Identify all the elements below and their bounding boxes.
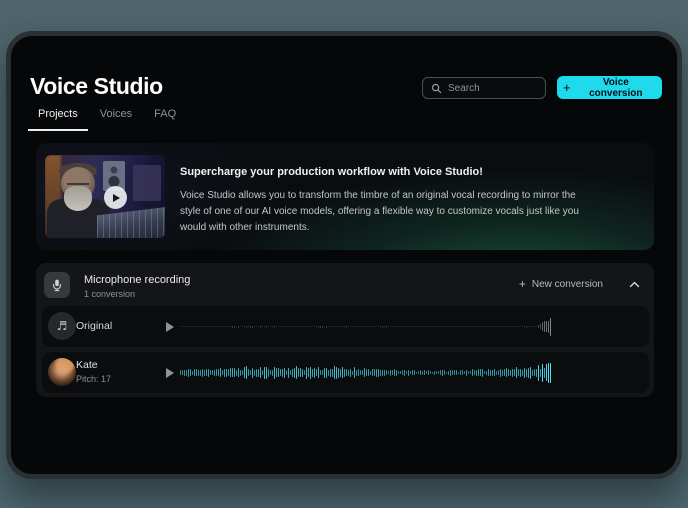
studio-speaker-right <box>133 165 161 201</box>
banner-heading: Supercharge your production workflow wit… <box>180 166 654 178</box>
search-icon <box>431 83 442 94</box>
banner-body: Voice Studio allows you to transform the… <box>180 188 654 236</box>
plus-icon: + <box>563 81 571 94</box>
presenter-beard <box>64 186 92 211</box>
voice-conversion-label: Voice conversion <box>576 77 656 99</box>
play-icon <box>113 194 120 202</box>
microphone-icon <box>44 272 70 298</box>
promo-banner: Supercharge your production workflow wit… <box>36 143 654 250</box>
play-track-icon[interactable] <box>166 368 174 378</box>
banner-body-line: Voice Studio allows you to transform the… <box>180 188 654 204</box>
waveform-kate[interactable] <box>180 352 554 393</box>
banner-body-line: would with other instruments. <box>180 220 654 236</box>
kate-avatar <box>48 358 76 386</box>
track-name: Original <box>76 306 112 347</box>
tab-projects[interactable]: Projects <box>28 106 88 131</box>
track-row-original[interactable]: ♬ Original <box>42 306 649 347</box>
banner-body-line: style of one of our AI voice models, off… <box>180 204 654 220</box>
track-name: Kate <box>76 359 111 371</box>
track-meta: Kate Pitch: 17 <box>76 359 111 384</box>
search-input[interactable]: Search <box>422 77 546 99</box>
plus-icon: + <box>519 278 526 290</box>
new-conversion-label: New conversion <box>532 279 603 290</box>
track-pitch-label: Pitch: 17 <box>76 374 111 384</box>
app-content: Voice Studio Search + Voice conversion P… <box>11 36 677 474</box>
track-row-kate[interactable]: Kate Pitch: 17 <box>42 352 649 393</box>
banner-text: Supercharge your production workflow wit… <box>180 166 654 236</box>
project-header-actions: + New conversion <box>519 263 640 305</box>
video-thumbnail[interactable] <box>45 155 165 238</box>
waveform-original[interactable] <box>180 306 554 347</box>
new-conversion-button[interactable]: + New conversion <box>519 278 603 290</box>
tab-faq[interactable]: FAQ <box>144 106 186 131</box>
project-subtitle: 1 conversion <box>84 289 135 299</box>
app-window: Voice Studio Search + Voice conversion P… <box>6 31 682 479</box>
play-button[interactable] <box>104 186 127 209</box>
search-placeholder: Search <box>448 83 480 94</box>
music-note-icon: ♬ <box>48 312 76 340</box>
page-title: Voice Studio <box>30 73 163 100</box>
project-card: Microphone recording 1 conversion + New … <box>36 263 654 397</box>
play-track-icon[interactable] <box>166 322 174 332</box>
presenter-glasses <box>67 178 89 185</box>
tab-voices[interactable]: Voices <box>90 106 142 131</box>
chevron-up-icon[interactable] <box>629 281 640 288</box>
project-title: Microphone recording <box>84 274 190 286</box>
project-header[interactable]: Microphone recording 1 conversion + New … <box>36 263 654 305</box>
tab-bar: Projects Voices FAQ <box>28 106 186 131</box>
voice-conversion-button[interactable]: + Voice conversion <box>557 76 662 99</box>
